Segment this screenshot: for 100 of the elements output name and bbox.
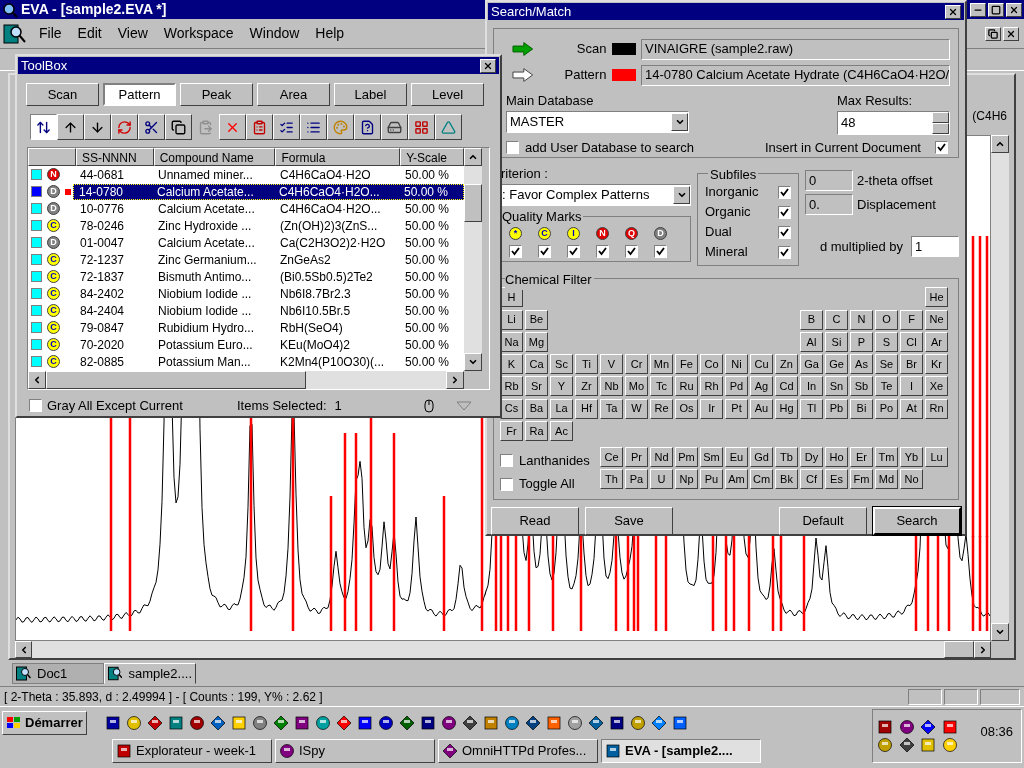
element-button[interactable]: Nb bbox=[600, 376, 623, 397]
table-row[interactable]: 10-0776 Calcium Acetate... C4H6CaO4·H2O... 50.00 % bbox=[75, 200, 464, 217]
element-button[interactable]: Es bbox=[825, 468, 848, 489]
app-icon[interactable] bbox=[461, 715, 478, 731]
element-button[interactable]: Ce bbox=[600, 446, 623, 467]
element-button[interactable]: Se bbox=[875, 354, 898, 374]
menu-item[interactable]: Help bbox=[307, 23, 353, 44]
app-icon[interactable] bbox=[587, 715, 604, 731]
table-row[interactable]: 70-2020 Potassium Euro... KEu(MoO4)2 50.00 % bbox=[75, 336, 464, 353]
tab[interactable]: Label bbox=[334, 83, 407, 106]
table-row[interactable]: 82-0885 Potassium Man... K2Mn4(P10O30)(... 50.00 % bbox=[75, 353, 464, 370]
column-header[interactable]: Formula bbox=[275, 148, 401, 166]
element-button[interactable]: C bbox=[825, 309, 848, 330]
column-header[interactable]: Y-Scale bbox=[400, 148, 464, 166]
element-button[interactable]: Cd bbox=[775, 376, 798, 397]
element-button[interactable]: Ba bbox=[525, 398, 548, 419]
element-button[interactable]: Gd bbox=[750, 446, 773, 467]
element-button[interactable]: Mg bbox=[525, 331, 548, 352]
tab[interactable]: Pattern bbox=[103, 83, 176, 106]
element-button[interactable]: La bbox=[550, 398, 573, 419]
element-button[interactable]: Ac bbox=[550, 420, 573, 441]
element-button[interactable]: Pr bbox=[625, 446, 648, 467]
element-button[interactable]: Po bbox=[875, 398, 898, 419]
app-icon[interactable] bbox=[629, 715, 646, 731]
app-icon[interactable] bbox=[125, 715, 142, 731]
taskbar-button[interactable]: OmniHTTPd Profes... bbox=[438, 739, 598, 763]
element-button[interactable]: Rb bbox=[500, 376, 523, 397]
element-button[interactable]: Li bbox=[500, 309, 523, 330]
element-button[interactable]: He bbox=[925, 287, 948, 308]
app-icon[interactable] bbox=[293, 715, 310, 731]
checkbox[interactable] bbox=[625, 244, 638, 258]
taskbar-button[interactable]: ISpy bbox=[275, 739, 435, 763]
element-button[interactable]: Pd bbox=[725, 376, 748, 397]
element-button[interactable]: I bbox=[900, 376, 923, 397]
element-button[interactable]: Ra bbox=[525, 420, 548, 441]
column-header[interactable] bbox=[28, 148, 76, 166]
element-button[interactable]: Xe bbox=[925, 376, 948, 397]
table-row[interactable]: 72-1237 Zinc Germanium... ZnGeAs2 50.00 % bbox=[75, 251, 464, 268]
tool-button[interactable] bbox=[30, 114, 57, 140]
element-button[interactable]: Sc bbox=[550, 354, 573, 374]
element-button[interactable]: Fm bbox=[850, 468, 873, 489]
scroll-down-button[interactable] bbox=[991, 623, 1009, 641]
app-icon[interactable] bbox=[398, 715, 415, 731]
element-button[interactable]: Bk bbox=[775, 468, 798, 489]
scroll-right-button[interactable] bbox=[446, 371, 464, 389]
horizontal-scrollbar[interactable] bbox=[15, 641, 991, 658]
max-results-spinner[interactable]: 48 bbox=[837, 110, 950, 135]
element-button[interactable]: Sb bbox=[850, 376, 873, 397]
app-icon[interactable] bbox=[314, 715, 331, 731]
table-row[interactable]: 84-2402 Niobium Iodide ... Nb6I8.7Br2.3 50.00 % bbox=[75, 285, 464, 302]
checkbox[interactable] bbox=[654, 244, 667, 258]
scroll-up-button[interactable] bbox=[464, 148, 482, 166]
element-button[interactable]: Rh bbox=[700, 376, 723, 397]
table-row[interactable]: 14-0780 Calcium Acetate... C4H6CaO4·H2O... 50.00 % bbox=[73, 183, 464, 200]
element-button[interactable]: Tl bbox=[800, 398, 823, 419]
app-icon[interactable] bbox=[442, 743, 458, 759]
element-button[interactable]: Dy bbox=[800, 446, 823, 467]
menu-item[interactable]: Window bbox=[241, 23, 308, 44]
element-button[interactable]: Md bbox=[875, 468, 898, 489]
checkbox[interactable] bbox=[778, 205, 791, 219]
app-icon[interactable] bbox=[482, 715, 499, 731]
table-row[interactable]: 79-0847 Rubidium Hydro... RbH(SeO4) 50.00 % bbox=[75, 319, 464, 336]
checkbox[interactable] bbox=[778, 245, 791, 259]
element-button[interactable]: Ru bbox=[675, 376, 698, 397]
checkbox[interactable] bbox=[29, 399, 42, 413]
element-button[interactable]: Au bbox=[750, 398, 773, 419]
element-button[interactable]: Ti bbox=[575, 354, 598, 374]
checkbox[interactable] bbox=[506, 140, 519, 154]
checkbox[interactable] bbox=[596, 244, 609, 258]
element-button[interactable]: Si bbox=[825, 331, 848, 352]
table-row[interactable]: 01-0047 Calcium Acetate... Ca(C2H3O2)2·H2O 50.00 % bbox=[75, 234, 464, 251]
scroll-left-button[interactable] bbox=[15, 641, 32, 658]
app-icon[interactable] bbox=[671, 715, 688, 731]
tab[interactable]: Area bbox=[257, 83, 330, 106]
element-button[interactable]: Mn bbox=[650, 354, 673, 374]
offset-field[interactable]: 0. bbox=[805, 194, 853, 215]
element-button[interactable]: W bbox=[625, 398, 648, 419]
table-row[interactable]: 44-0681 Unnamed miner... C4H6CaO4·H2O 50.00 % bbox=[75, 166, 464, 183]
element-button[interactable]: Cs bbox=[500, 398, 523, 419]
app-icon[interactable] bbox=[377, 715, 394, 731]
element-button[interactable]: Br bbox=[900, 354, 923, 374]
scroll-thumb[interactable] bbox=[464, 184, 482, 222]
element-button[interactable]: F bbox=[900, 309, 923, 330]
column-header[interactable]: Compound Name bbox=[153, 148, 276, 166]
element-button[interactable]: Ne bbox=[925, 309, 948, 330]
element-button[interactable]: Th bbox=[600, 468, 623, 489]
horizontal-scrollbar[interactable] bbox=[28, 371, 464, 389]
menu-item[interactable]: Workspace bbox=[155, 23, 242, 44]
element-button[interactable]: Sm bbox=[700, 446, 723, 467]
element-button[interactable]: Ni bbox=[725, 354, 748, 374]
element-button[interactable]: Zr bbox=[575, 376, 598, 397]
app-icon[interactable] bbox=[605, 743, 621, 759]
element-button[interactable]: Np bbox=[675, 468, 698, 489]
scroll-right-button[interactable] bbox=[974, 641, 991, 658]
element-button[interactable]: Na bbox=[500, 331, 523, 352]
element-button[interactable]: Re bbox=[650, 398, 673, 419]
app-icon[interactable] bbox=[356, 715, 373, 731]
column-header[interactable]: SS-NNNN bbox=[75, 148, 154, 166]
app-icon[interactable] bbox=[419, 715, 436, 731]
element-button[interactable]: Te bbox=[875, 376, 898, 397]
